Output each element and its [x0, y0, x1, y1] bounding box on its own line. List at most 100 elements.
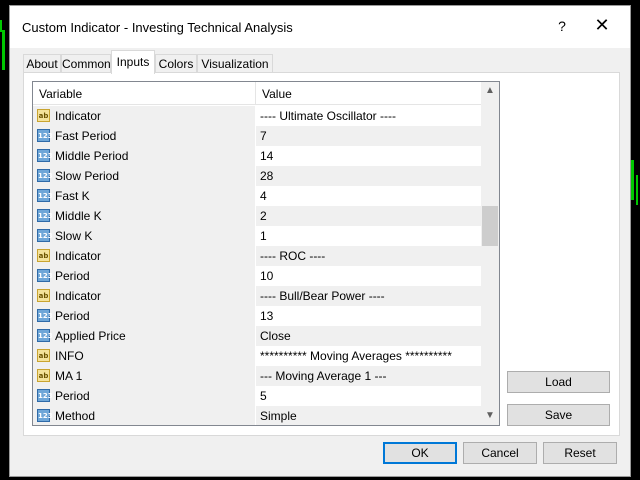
table-row[interactable]: ab INFO ********** Moving Averages *******…	[33, 346, 481, 366]
value-cell[interactable]: 2	[256, 206, 481, 226]
value-cell[interactable]: ********** Moving Averages **********	[256, 346, 481, 366]
value-text: Simple	[260, 409, 297, 423]
variable-cell[interactable]: 123 Method	[33, 406, 255, 425]
numeric-type-icon: 123	[37, 209, 53, 222]
table-row[interactable]: 123 Slow K 1	[33, 226, 481, 246]
value-text: 2	[260, 209, 267, 223]
numeric-type-icon: 123	[37, 389, 53, 402]
value-cell[interactable]: 5	[256, 386, 481, 406]
tab-visualization[interactable]: Visualization	[197, 54, 273, 73]
variable-name: Slow Period	[55, 169, 120, 183]
scroll-thumb[interactable]	[482, 206, 498, 246]
variable-name: Indicator	[55, 249, 102, 263]
variable-name: Period	[55, 269, 90, 283]
numeric-type-icon: 123	[37, 229, 53, 242]
value-cell[interactable]: 4	[256, 186, 481, 206]
variable-cell[interactable]: ab INFO	[33, 346, 255, 366]
load-button[interactable]: Load	[507, 371, 610, 393]
value-cell[interactable]: Close	[256, 326, 481, 346]
value-cell[interactable]: --- Moving Average 1 ---	[256, 366, 481, 386]
variable-name: Indicator	[55, 109, 102, 123]
table-row[interactable]: 123 Period 10	[33, 266, 481, 286]
column-header-variable[interactable]: Variable	[39, 87, 82, 101]
string-type-icon: ab	[37, 369, 50, 382]
table-row[interactable]: 123 Fast K 4	[33, 186, 481, 206]
column-header-value[interactable]: Value	[262, 87, 292, 101]
variable-name: INFO	[55, 349, 84, 363]
table-row[interactable]: 123 Slow Period 28	[33, 166, 481, 186]
value-cell[interactable]: 1	[256, 226, 481, 246]
table-row[interactable]: 123 Period 5	[33, 386, 481, 406]
variable-cell[interactable]: ab Indicator	[33, 106, 255, 126]
variable-name: Fast Period	[55, 129, 117, 143]
table-row[interactable]: 123 Middle K 2	[33, 206, 481, 226]
vertical-scrollbar[interactable]: ▲ ▼	[481, 82, 499, 425]
numeric-type-icon: 123	[37, 409, 53, 422]
value-cell[interactable]: ---- Bull/Bear Power ----	[256, 286, 481, 306]
numeric-type-icon: 123	[37, 269, 53, 282]
scroll-up-arrow-icon[interactable]: ▲	[481, 82, 499, 100]
table-row[interactable]: ab Indicator ---- ROC ----	[33, 246, 481, 266]
variable-cell[interactable]: ab Indicator	[33, 246, 255, 266]
table-row[interactable]: ab MA 1 --- Moving Average 1 ---	[33, 366, 481, 386]
string-type-icon: ab	[37, 109, 50, 122]
value-cell[interactable]: 10	[256, 266, 481, 286]
variable-name: MA 1	[55, 369, 83, 383]
tab-common[interactable]: Common	[61, 54, 111, 73]
value-cell[interactable]: ---- ROC ----	[256, 246, 481, 266]
table-row[interactable]: ab Indicator ---- Bull/Bear Power ----	[33, 286, 481, 306]
variable-cell[interactable]: 123 Fast Period	[33, 126, 255, 146]
variable-cell[interactable]: 123 Middle K	[33, 206, 255, 226]
value-cell[interactable]: ---- Ultimate Oscillator ----	[256, 106, 481, 126]
value-cell[interactable]: Simple	[256, 406, 481, 425]
table-row[interactable]: 123 Applied Price Close	[33, 326, 481, 346]
value-cell[interactable]: 28	[256, 166, 481, 186]
reset-button[interactable]: Reset	[543, 442, 617, 464]
value-text: ---- ROC ----	[260, 249, 326, 263]
value-text: 10	[260, 269, 274, 283]
numeric-type-icon: 123	[37, 129, 53, 142]
value-cell[interactable]: 13	[256, 306, 481, 326]
column-separator[interactable]	[255, 82, 256, 104]
tab-inputs[interactable]: Inputs	[111, 50, 155, 74]
tab-about[interactable]: About	[23, 54, 61, 73]
variable-cell[interactable]: 123 Applied Price	[33, 326, 255, 346]
variable-name: Indicator	[55, 289, 102, 303]
inputs-grid: Variable Value ab Indicator ---- Ultimate …	[32, 81, 500, 426]
scroll-down-arrow-icon[interactable]: ▼	[481, 407, 499, 425]
variable-cell[interactable]: 123 Slow K	[33, 226, 255, 246]
value-text: 13	[260, 309, 274, 323]
ok-button[interactable]: OK	[383, 442, 457, 464]
variable-cell[interactable]: ab MA 1	[33, 366, 255, 386]
cancel-button[interactable]: Cancel	[463, 442, 537, 464]
value-text: --- Moving Average 1 ---	[260, 369, 387, 383]
value-text: 28	[260, 169, 274, 183]
chart-green-bar-left-2	[0, 20, 2, 32]
close-button[interactable]: ✕	[590, 15, 614, 36]
window-title: Custom Indicator - Investing Technical A…	[22, 20, 293, 35]
tab-colors[interactable]: Colors	[155, 54, 197, 73]
chart-green-bar-right	[631, 160, 634, 200]
variable-cell[interactable]: ab Indicator	[33, 286, 255, 306]
value-cell[interactable]: 14	[256, 146, 481, 166]
help-button[interactable]: ?	[555, 18, 569, 34]
value-text: ********** Moving Averages **********	[260, 349, 452, 363]
save-button[interactable]: Save	[507, 404, 610, 426]
variable-name: Middle Period	[55, 149, 129, 163]
numeric-type-icon: 123	[37, 329, 53, 342]
variable-cell[interactable]: 123 Fast K	[33, 186, 255, 206]
table-row[interactable]: 123 Middle Period 14	[33, 146, 481, 166]
table-row[interactable]: 123 Method Simple	[33, 406, 481, 425]
variable-cell[interactable]: 123 Slow Period	[33, 166, 255, 186]
string-type-icon: ab	[37, 249, 50, 262]
table-row[interactable]: 123 Fast Period 7	[33, 126, 481, 146]
variable-cell[interactable]: 123 Period	[33, 266, 255, 286]
variable-cell[interactable]: 123 Middle Period	[33, 146, 255, 166]
value-text: 1	[260, 229, 267, 243]
value-cell[interactable]: 7	[256, 126, 481, 146]
custom-indicator-dialog: Custom Indicator - Investing Technical A…	[9, 5, 631, 477]
variable-cell[interactable]: 123 Period	[33, 306, 255, 326]
table-row[interactable]: ab Indicator ---- Ultimate Oscillator ----	[33, 106, 481, 126]
table-row[interactable]: 123 Period 13	[33, 306, 481, 326]
variable-cell[interactable]: 123 Period	[33, 386, 255, 406]
